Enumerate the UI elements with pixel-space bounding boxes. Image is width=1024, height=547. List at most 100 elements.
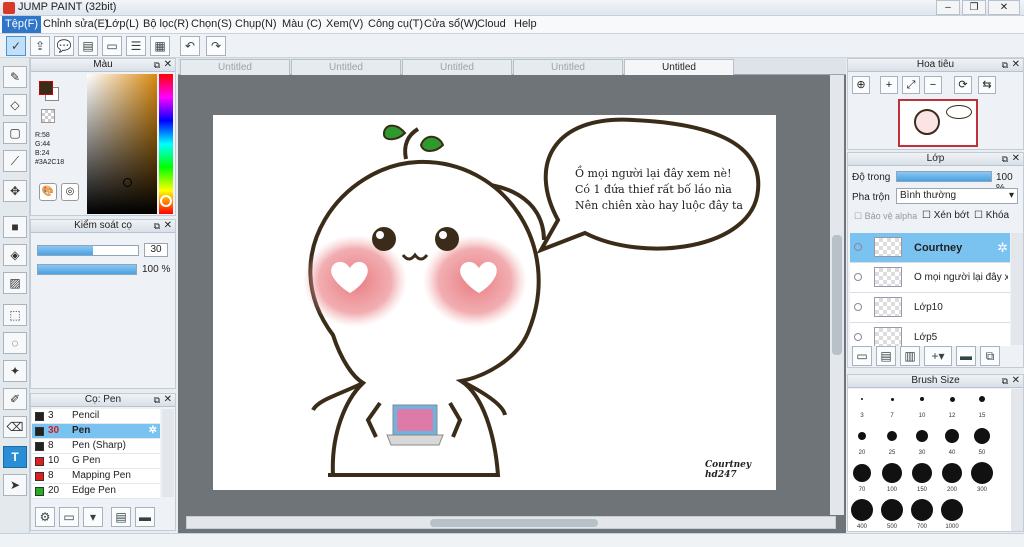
- visibility-icon[interactable]: [854, 333, 862, 341]
- undock-icon[interactable]: ⧉: [154, 59, 160, 71]
- move-tool-icon[interactable]: ✥: [3, 180, 27, 202]
- brush-size-dot[interactable]: [858, 432, 866, 440]
- gear-icon[interactable]: ✲: [149, 424, 157, 438]
- visibility-icon[interactable]: [854, 303, 862, 311]
- saturation-brightness-field[interactable]: [87, 74, 157, 214]
- panel-close-icon[interactable]: ✕: [164, 220, 172, 232]
- undock-icon[interactable]: ⧉: [154, 394, 160, 406]
- export-icon[interactable]: ⇪: [30, 36, 50, 56]
- tab-untitled-1[interactable]: Untitled: [180, 59, 290, 75]
- visibility-icon[interactable]: [854, 273, 862, 281]
- brush-size-dot[interactable]: [861, 398, 863, 400]
- panel-close-icon[interactable]: ✕: [1012, 375, 1020, 387]
- lock-checkbox[interactable]: ☐ Khóa: [974, 210, 1009, 221]
- canvas-horizontal-scrollbar[interactable]: [186, 516, 836, 529]
- navigator-fit-icon[interactable]: ⊕: [852, 76, 870, 94]
- add-layer-menu-icon[interactable]: +▾: [924, 346, 952, 366]
- brush-size-dot[interactable]: [916, 430, 928, 442]
- brush-size-dot[interactable]: [853, 464, 871, 482]
- menu-layer[interactable]: Lớp(L): [103, 18, 142, 30]
- rect-select-tool-icon[interactable]: ⬚: [3, 304, 27, 326]
- zoom-out-icon[interactable]: −: [924, 76, 942, 94]
- brush-size-dot[interactable]: [890, 397, 894, 401]
- brush-size-dot[interactable]: [851, 499, 873, 521]
- bucket-tool-icon[interactable]: ◈: [3, 244, 27, 266]
- new-layer-1bit-icon[interactable]: ▥: [900, 346, 920, 366]
- rectangle-tool-icon[interactable]: ▢: [3, 122, 27, 144]
- vertical-scroll-thumb[interactable]: [832, 235, 842, 355]
- hue-slider[interactable]: [159, 74, 173, 214]
- rotate-icon[interactable]: ⟳: [954, 76, 972, 94]
- flip-icon[interactable]: ⇆: [978, 76, 996, 94]
- navigator-preview[interactable]: [898, 99, 978, 147]
- tab-untitled-2[interactable]: Untitled: [291, 59, 401, 75]
- protect-alpha-checkbox[interactable]: ☐ Bảo vệ alpha: [854, 211, 917, 222]
- menu-capture[interactable]: Chụp(N): [232, 18, 280, 30]
- brush-size-slider[interactable]: [37, 245, 139, 256]
- visibility-icon[interactable]: [854, 243, 862, 251]
- panel-close-icon[interactable]: ✕: [1012, 153, 1020, 165]
- layer-row[interactable]: Courtney ✲: [850, 233, 1010, 263]
- menu-select[interactable]: Chọn(S): [188, 18, 235, 30]
- brush-size-scrollbar[interactable]: [1011, 389, 1023, 531]
- brush-size-dot[interactable]: [882, 463, 902, 483]
- primary-color-swatch[interactable]: [39, 81, 53, 95]
- tab-untitled-3[interactable]: Untitled: [402, 59, 512, 75]
- text-tool-icon[interactable]: T: [3, 446, 27, 468]
- undo-icon[interactable]: ↶: [180, 36, 200, 56]
- horizontal-scroll-thumb[interactable]: [430, 519, 598, 527]
- new-layer-8bit-icon[interactable]: ▤: [876, 346, 896, 366]
- clipping-checkbox[interactable]: ☐ Xén bớt: [922, 210, 969, 221]
- close-button[interactable]: ✕: [988, 0, 1020, 15]
- layer-row[interactable]: Ô mọi người lại đây xem: [850, 263, 1010, 293]
- duplicate-layer-icon[interactable]: ⧉: [980, 346, 1000, 366]
- color-set-icon[interactable]: ◎: [61, 183, 79, 201]
- brush-size-dot[interactable]: [974, 428, 990, 444]
- drawing-canvas[interactable]: Ồ mọi người lại đây xem nè! Có 1 đứa thi…: [213, 115, 776, 490]
- brush-size-dot[interactable]: [920, 397, 924, 401]
- undock-icon[interactable]: ⧉: [1002, 153, 1008, 165]
- menu-window[interactable]: Cửa sổ(W): [421, 18, 481, 30]
- brush-size-dot[interactable]: [949, 396, 955, 402]
- canvas-vertical-scrollbar[interactable]: [830, 75, 844, 515]
- magic-wand-tool-icon[interactable]: ✦: [3, 360, 27, 382]
- hue-slider-handle[interactable]: [160, 195, 172, 207]
- brush-item[interactable]: 20 Edge Pen: [32, 484, 160, 499]
- panel-close-icon[interactable]: ✕: [1012, 59, 1020, 71]
- zoom-fit-icon[interactable]: ⤢: [902, 76, 920, 94]
- brush-size-dot[interactable]: [979, 396, 985, 402]
- brush-list-scrollbar[interactable]: [162, 409, 174, 497]
- grid-icon[interactable]: ▦: [150, 36, 170, 56]
- menu-tools[interactable]: Công cụ(T): [365, 18, 426, 30]
- menu-view[interactable]: Xem(V): [323, 18, 366, 30]
- brush-size-dot[interactable]: [887, 431, 897, 441]
- layer-row[interactable]: Lớp10: [850, 293, 1010, 323]
- zoom-in-icon[interactable]: +: [880, 76, 898, 94]
- add-brush-icon[interactable]: ⚙: [35, 507, 55, 527]
- new-brush-icon[interactable]: ▭: [59, 507, 79, 527]
- brush-tool-icon[interactable]: ✎: [3, 66, 27, 88]
- tab-untitled-4[interactable]: Untitled: [513, 59, 623, 75]
- brush-item[interactable]: 8 Mapping Pen: [32, 469, 160, 484]
- layer-list-scrollbar[interactable]: [1011, 233, 1023, 345]
- brush-item[interactable]: 8 Pen (Sharp): [32, 439, 160, 454]
- layer-row[interactable]: Lớp5: [850, 323, 1010, 346]
- tab-untitled-active[interactable]: Untitled: [624, 59, 734, 75]
- operation-tool-icon[interactable]: ➤: [3, 474, 27, 496]
- brush-settings-icon[interactable]: ▤: [111, 507, 131, 527]
- menu-file[interactable]: Tệp(F): [2, 16, 41, 33]
- layer-folder-icon[interactable]: ▬: [956, 346, 976, 366]
- panel-close-icon[interactable]: ✕: [164, 394, 172, 406]
- page-icon[interactable]: ▭: [102, 36, 122, 56]
- brush-size-dot[interactable]: [911, 499, 933, 521]
- menu-help[interactable]: Help: [511, 18, 540, 30]
- palette-icon[interactable]: 🎨: [39, 183, 57, 201]
- brush-size-dot[interactable]: [881, 499, 903, 521]
- redo-icon[interactable]: ↷: [206, 36, 226, 56]
- brush-item[interactable]: 10 G Pen: [32, 454, 160, 469]
- brush-item[interactable]: 3 Pencil: [32, 409, 160, 424]
- brush-size-value[interactable]: 30: [144, 243, 168, 257]
- brush-size-dot[interactable]: [942, 463, 962, 483]
- minimize-button[interactable]: –: [936, 0, 960, 15]
- list-icon[interactable]: ☰: [126, 36, 146, 56]
